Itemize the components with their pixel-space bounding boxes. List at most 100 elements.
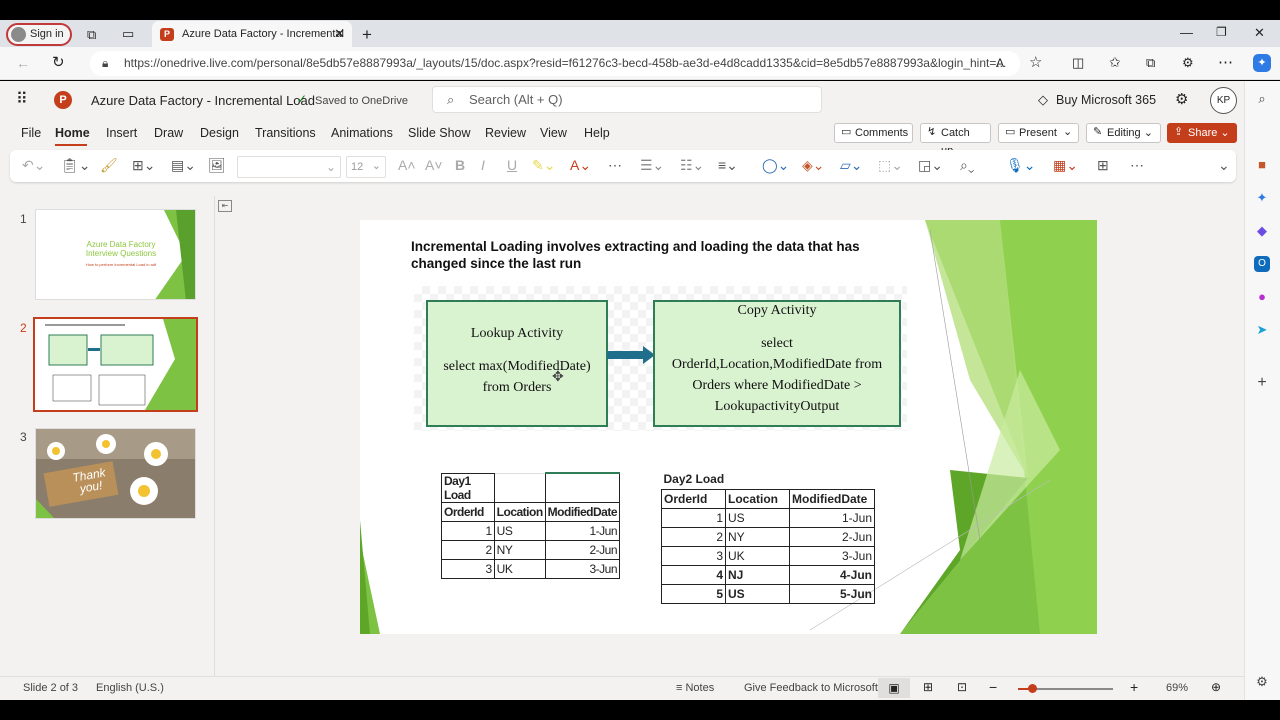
- document-title[interactable]: Azure Data Factory - Incremental Load: [91, 93, 315, 108]
- undo-icon[interactable]: ↶⌄: [22, 157, 45, 174]
- sidebar-settings-icon[interactable]: ⚙: [1254, 674, 1270, 690]
- read-aloud-icon[interactable]: A: [996, 57, 1004, 69]
- expand-ribbon-icon[interactable]: ⌄: [1218, 157, 1230, 174]
- italic-icon[interactable]: I: [481, 157, 485, 173]
- picture-icon[interactable]: 🖼︎: [208, 157, 226, 174]
- language-indicator[interactable]: English (U.S.): [96, 682, 164, 694]
- sign-in-button[interactable]: Sign in: [6, 23, 72, 46]
- tab-draw[interactable]: Draw: [154, 126, 183, 140]
- catch-up-button[interactable]: ↯Catch up: [920, 123, 991, 157]
- slide-thumbnail-3[interactable]: Thank you!: [35, 428, 196, 519]
- copy-activity-box[interactable]: Copy Activity select OrderId,Location,Mo…: [653, 300, 901, 427]
- avatar[interactable]: KP: [1210, 87, 1237, 114]
- paste-icon[interactable]: 📋︎⌄: [61, 157, 91, 174]
- day2-load-table[interactable]: Day2 Load OrderId Location ModifiedDate 1U…: [661, 470, 875, 604]
- extensions-icon[interactable]: ⚙: [1182, 56, 1194, 69]
- saved-status[interactable]: Saved to OneDrive: [315, 95, 408, 107]
- underline-icon[interactable]: U: [507, 157, 517, 173]
- shape-outline-icon[interactable]: ▱⌄: [840, 157, 863, 174]
- slide-thumbnail-1[interactable]: Azure Data Factory Interview Questions H…: [35, 209, 196, 300]
- tab-transitions[interactable]: Transitions: [255, 126, 316, 140]
- restore-icon[interactable]: ❐: [1216, 26, 1227, 38]
- add-ins-icon[interactable]: ⊞: [1097, 157, 1109, 174]
- settings-icon[interactable]: ⚙: [1175, 92, 1188, 107]
- find-icon[interactable]: ⌕⌄: [960, 157, 974, 174]
- day1-load-table[interactable]: Day1 Load OrderId Location ModifiedDate 1U…: [441, 472, 621, 579]
- align-icon[interactable]: ≡⌄: [718, 157, 738, 174]
- tab-actions-icon[interactable]: ▭: [122, 27, 134, 40]
- close-tab-icon[interactable]: ✕: [334, 21, 345, 47]
- tab-view[interactable]: View: [540, 126, 567, 140]
- workspaces-icon[interactable]: ⧉: [87, 28, 96, 41]
- styles-icon[interactable]: ◲⌄: [918, 157, 943, 174]
- new-tab-icon[interactable]: +: [362, 26, 372, 43]
- tab-insert[interactable]: Insert: [106, 126, 137, 140]
- zoom-in-icon[interactable]: +: [1130, 680, 1138, 694]
- sidebar-designer-icon[interactable]: ●: [1254, 289, 1270, 305]
- more-font-icon[interactable]: ⋯: [608, 157, 622, 174]
- tab-file[interactable]: File: [21, 126, 41, 140]
- arrange-icon[interactable]: ⬚⌄: [878, 157, 903, 174]
- comments-button[interactable]: ▭ Comments: [834, 123, 913, 143]
- browser-tab-active[interactable]: P Azure Data Factory - Incremental ✕: [152, 21, 352, 47]
- buy-microsoft-link[interactable]: Buy Microsoft 365: [1056, 93, 1156, 107]
- slide-sorter-icon[interactable]: ⊞: [923, 681, 933, 693]
- layout-icon[interactable]: ▤⌄: [171, 157, 196, 174]
- sidebar-tools-icon[interactable]: ■: [1254, 157, 1270, 173]
- sidebar-games-icon[interactable]: ✦: [1254, 190, 1270, 206]
- bullets-icon[interactable]: ☰⌄: [640, 157, 664, 174]
- search-box[interactable]: ⌕ Search (Alt + Q): [432, 86, 822, 113]
- back-icon[interactable]: ←: [16, 56, 30, 70]
- lookup-activity-box[interactable]: Lookup Activity select max(ModifiedDate)…: [426, 300, 608, 427]
- sidebar-office-icon[interactable]: ◆: [1254, 223, 1270, 239]
- tab-design[interactable]: Design: [200, 126, 239, 140]
- fit-to-window-icon[interactable]: ⊕: [1211, 681, 1221, 693]
- present-button[interactable]: ▭ Present ⌄: [998, 123, 1079, 143]
- shape-fill-icon[interactable]: ◈⌄: [802, 157, 825, 174]
- shrink-font-icon[interactable]: A˅: [425, 157, 443, 173]
- shapes-icon[interactable]: ◯⌄: [762, 157, 789, 174]
- favorites-icon[interactable]: ✩: [1109, 55, 1121, 69]
- zoom-out-icon[interactable]: −: [989, 680, 997, 694]
- zoom-level[interactable]: 69%: [1166, 682, 1188, 694]
- highlight-icon[interactable]: ✎⌄: [532, 157, 555, 174]
- normal-view-icon[interactable]: ▣: [878, 678, 910, 698]
- new-slide-icon[interactable]: ⊞⌄: [132, 157, 155, 174]
- numbering-icon[interactable]: ☷⌄: [680, 157, 704, 174]
- url-field[interactable]: 🔒︎ https://onedrive.live.com/personal/8e5…: [90, 51, 1020, 76]
- tab-animations[interactable]: Animations: [331, 126, 393, 140]
- tab-slide-show[interactable]: Slide Show: [408, 126, 471, 140]
- designer-icon[interactable]: ▦⌄: [1053, 157, 1078, 174]
- notes-button[interactable]: ≡ Notes: [676, 682, 714, 694]
- dictate-icon[interactable]: 🎙︎⌄: [1006, 157, 1036, 174]
- slide-title[interactable]: Incremental Loading involves extracting …: [411, 238, 891, 272]
- tab-review[interactable]: Review: [485, 126, 526, 140]
- slide-thumbnail-2[interactable]: [33, 317, 198, 412]
- editing-button[interactable]: ✎ Editing ⌄: [1086, 123, 1161, 143]
- share-button[interactable]: ⇪ Share ⌄: [1167, 123, 1237, 143]
- font-size-field[interactable]: 12 ⌄: [346, 156, 386, 178]
- format-painter-icon[interactable]: 🖌︎: [100, 157, 118, 174]
- sidebar-search-icon[interactable]: ⌕: [1254, 91, 1270, 107]
- tab-help[interactable]: Help: [584, 126, 610, 140]
- sidebar-add-icon[interactable]: +: [1254, 375, 1270, 391]
- refresh-icon[interactable]: ↻: [52, 55, 65, 70]
- tab-home[interactable]: Home: [55, 126, 90, 140]
- favorite-star-icon[interactable]: ☆: [1029, 55, 1042, 70]
- split-screen-icon[interactable]: ◫: [1072, 56, 1084, 69]
- grow-font-icon[interactable]: A˄: [398, 157, 416, 173]
- more-browser-icon[interactable]: ⋯: [1218, 55, 1233, 70]
- bold-icon[interactable]: B: [455, 157, 465, 173]
- font-color-icon[interactable]: A⌄: [570, 157, 591, 174]
- sidebar-outlook-icon[interactable]: O: [1254, 256, 1270, 272]
- close-window-icon[interactable]: ✕: [1254, 26, 1265, 39]
- app-launcher-icon[interactable]: ⠿: [16, 92, 28, 108]
- collapse-pane-icon[interactable]: ⇤: [218, 200, 232, 212]
- reading-view-icon[interactable]: ⊡: [957, 681, 967, 693]
- font-name-field[interactable]: ⌄: [237, 156, 341, 178]
- collections-icon[interactable]: ⧉: [1146, 56, 1155, 69]
- sidebar-send-icon[interactable]: ➤: [1254, 322, 1270, 338]
- feedback-link[interactable]: Give Feedback to Microsoft: [744, 682, 878, 694]
- copilot-icon[interactable]: ✦: [1253, 54, 1271, 72]
- minimize-icon[interactable]: —: [1180, 26, 1193, 39]
